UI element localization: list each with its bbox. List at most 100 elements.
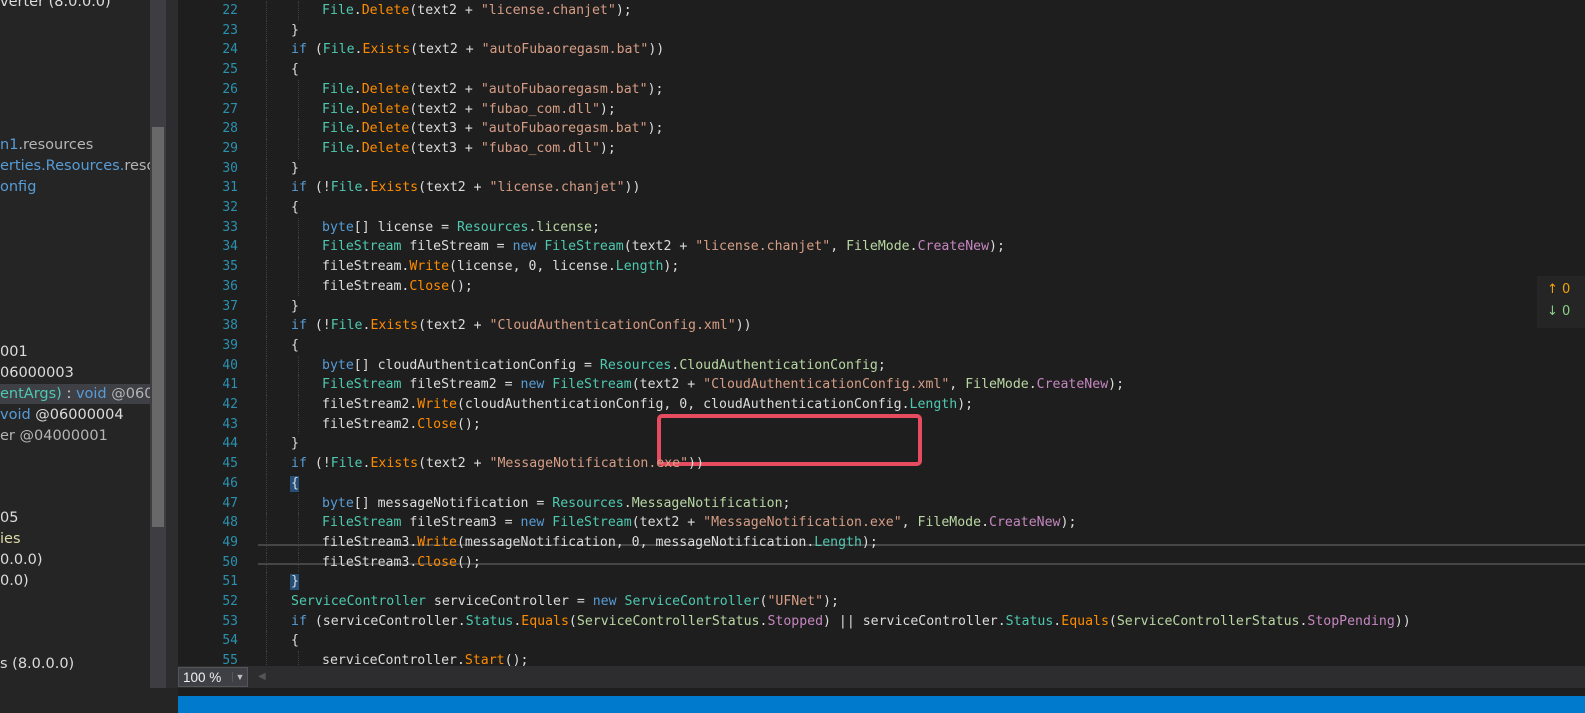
- indent-guide: [266, 178, 267, 198]
- code-token: if: [291, 318, 307, 334]
- code-token: ,: [949, 377, 966, 393]
- tree-node[interactable]: ies: [0, 529, 21, 549]
- code-line[interactable]: ServiceController serviceController = ne…: [291, 592, 839, 612]
- code-token: ServiceController: [291, 594, 426, 609]
- indent-guide: [298, 217, 299, 238]
- indent-guide: [298, 276, 299, 297]
- tree-node[interactable]: er @04000001: [0, 426, 108, 446]
- code-token: [] cloudAuthenticationConfig =: [353, 357, 600, 373]
- code-token: (text2 +: [410, 42, 482, 58]
- code-line[interactable]: File.Delete(text2 + "license.chanjet");: [322, 1, 632, 21]
- tree-node[interactable]: 0.0): [0, 571, 29, 591]
- tree-node[interactable]: 001: [0, 342, 28, 362]
- tree-node[interactable]: entArgs) : void @0600: [0, 384, 150, 404]
- code-token: CreateNew: [1036, 377, 1109, 393]
- assembly-explorer-tree[interactable]: verter (8.0.0.0) n1.resources erties.Resou…: [0, 0, 150, 713]
- tree-node[interactable]: erties.Resources.reso: [0, 156, 150, 176]
- tree-node-part: entArgs): [0, 386, 62, 402]
- tree-node[interactable]: 05: [0, 508, 18, 528]
- code-line[interactable]: byte[] messageNotification = Resources.M…: [322, 494, 791, 514]
- code-token: );: [615, 3, 632, 18]
- code-line[interactable]: fileStream.Close();: [322, 277, 473, 297]
- code-line[interactable]: byte[] cloudAuthenticationConfig = Resou…: [322, 356, 886, 376]
- tree-node[interactable]: verter (8.0.0.0): [0, 0, 111, 12]
- code-token: "autoFubaoregasm.bat": [480, 81, 648, 97]
- code-line[interactable]: }: [291, 159, 299, 179]
- code-token: (license, 0, license.: [449, 259, 616, 275]
- indent-guide: [266, 651, 267, 666]
- code-token: ;: [877, 357, 886, 373]
- tree-node[interactable]: s (8.0.0.0): [0, 654, 74, 674]
- tree-node[interactable]: 0.0.0): [0, 550, 43, 570]
- line-number: 30: [222, 160, 238, 176]
- code-line[interactable]: }: [291, 21, 299, 41]
- indent-guide: [266, 434, 267, 455]
- code-line[interactable]: {: [291, 60, 299, 80]
- code-line[interactable]: fileStream2.Write(cloudAuthenticationCon…: [322, 395, 973, 415]
- code-token: .: [1028, 377, 1037, 393]
- line-number: 53: [222, 613, 238, 629]
- code-line[interactable]: if (serviceController.Status.Equals(Serv…: [291, 612, 1411, 632]
- code-line[interactable]: {: [291, 336, 299, 356]
- code-token: fileStream3 =: [401, 515, 521, 531]
- code-token: );: [861, 534, 878, 550]
- indent-guide: [266, 20, 267, 41]
- code-line[interactable]: fileStream.Write(license, 0, license.Len…: [322, 257, 679, 277]
- down-arrow-icon[interactable]: ↓ 0: [1547, 304, 1570, 319]
- code-line[interactable]: if (!File.Exists(text2 + "MessageNotific…: [291, 454, 704, 474]
- code-token: {: [291, 475, 299, 491]
- code-line[interactable]: }: [291, 297, 299, 317]
- tree-node-part: void: [75, 386, 107, 402]
- zoom-dropdown[interactable]: 100 % ▼: [178, 667, 248, 687]
- code-line[interactable]: if (File.Exists(text2 + "autoFubaoregasm…: [291, 40, 664, 60]
- code-line[interactable]: if (!File.Exists(text2 + "CloudAuthentic…: [291, 316, 752, 336]
- code-token: if: [291, 42, 307, 58]
- code-token: Status: [1005, 613, 1054, 629]
- tree-node-part: .resources: [18, 137, 94, 153]
- scroll-left-icon[interactable]: ◀: [258, 671, 266, 682]
- indent-guide: [266, 513, 267, 533]
- indent-guide: [298, 1, 299, 21]
- code-line[interactable]: FileStream fileStream2 = new FileStream(…: [322, 375, 1124, 395]
- code-line[interactable]: File.Delete(text3 + "fubao_com.dll");: [322, 139, 616, 159]
- code-line[interactable]: }: [291, 434, 299, 454]
- code-token: Resources: [599, 357, 672, 373]
- code-line[interactable]: }: [291, 572, 299, 592]
- tree-node[interactable]: 06000003: [0, 363, 74, 383]
- line-number: 33: [222, 219, 238, 235]
- code-token: Delete: [361, 3, 410, 18]
- code-line[interactable]: {: [291, 474, 299, 494]
- line-number: 42: [222, 397, 238, 412]
- code-line[interactable]: {: [291, 198, 299, 218]
- chevron-down-icon[interactable]: ▼: [232, 672, 247, 682]
- code-line[interactable]: File.Delete(text3 + "autoFubaoregasm.bat…: [322, 119, 663, 139]
- code-line[interactable]: {: [291, 631, 299, 651]
- code-line[interactable]: FileStream fileStream3 = new FileStream(…: [322, 513, 1076, 533]
- code-line[interactable]: fileStream3.Write(messageNotification, 0…: [322, 533, 878, 553]
- code-line[interactable]: fileStream2.Close();: [322, 415, 481, 435]
- code-line[interactable]: File.Delete(text2 + "autoFubaoregasm.bat…: [322, 80, 663, 100]
- line-number: 50: [222, 554, 238, 570]
- code-token: (: [1108, 613, 1117, 629]
- up-arrow-icon[interactable]: ↑ 0: [1547, 282, 1570, 297]
- code-line[interactable]: if (!File.Exists(text2 + "license.chanje…: [291, 178, 640, 198]
- change-navigation[interactable]: ↑ 0 ↓ 0: [1537, 276, 1585, 328]
- code-editor[interactable]: ↑ 0 ↓ 0 22 File.Delete(text2 + "license.c…: [178, 0, 1585, 666]
- code-line[interactable]: serviceController.Start();: [322, 651, 528, 666]
- line-number: 34: [222, 239, 238, 255]
- code-line[interactable]: fileStream3.Close();: [322, 553, 481, 573]
- panel-splitter[interactable]: [166, 0, 178, 713]
- tree-node[interactable]: onfig: [0, 177, 36, 197]
- code-token: .: [353, 81, 362, 97]
- tree-node[interactable]: n1.resources: [0, 135, 93, 155]
- code-token: );: [989, 239, 1005, 255]
- code-line[interactable]: FileStream fileStream = new FileStream(t…: [322, 237, 1005, 257]
- tree-node[interactable]: void @06000004: [0, 405, 124, 425]
- code-line[interactable]: File.Delete(text2 + "fubao_com.dll");: [322, 100, 616, 120]
- code-token: (text2 +: [418, 318, 490, 334]
- indent-guide: [298, 355, 299, 376]
- code-line[interactable]: byte[] license = Resources.license;: [322, 218, 600, 238]
- indent-guide: [266, 395, 267, 415]
- tree-scrollbar-thumb[interactable]: [152, 127, 164, 527]
